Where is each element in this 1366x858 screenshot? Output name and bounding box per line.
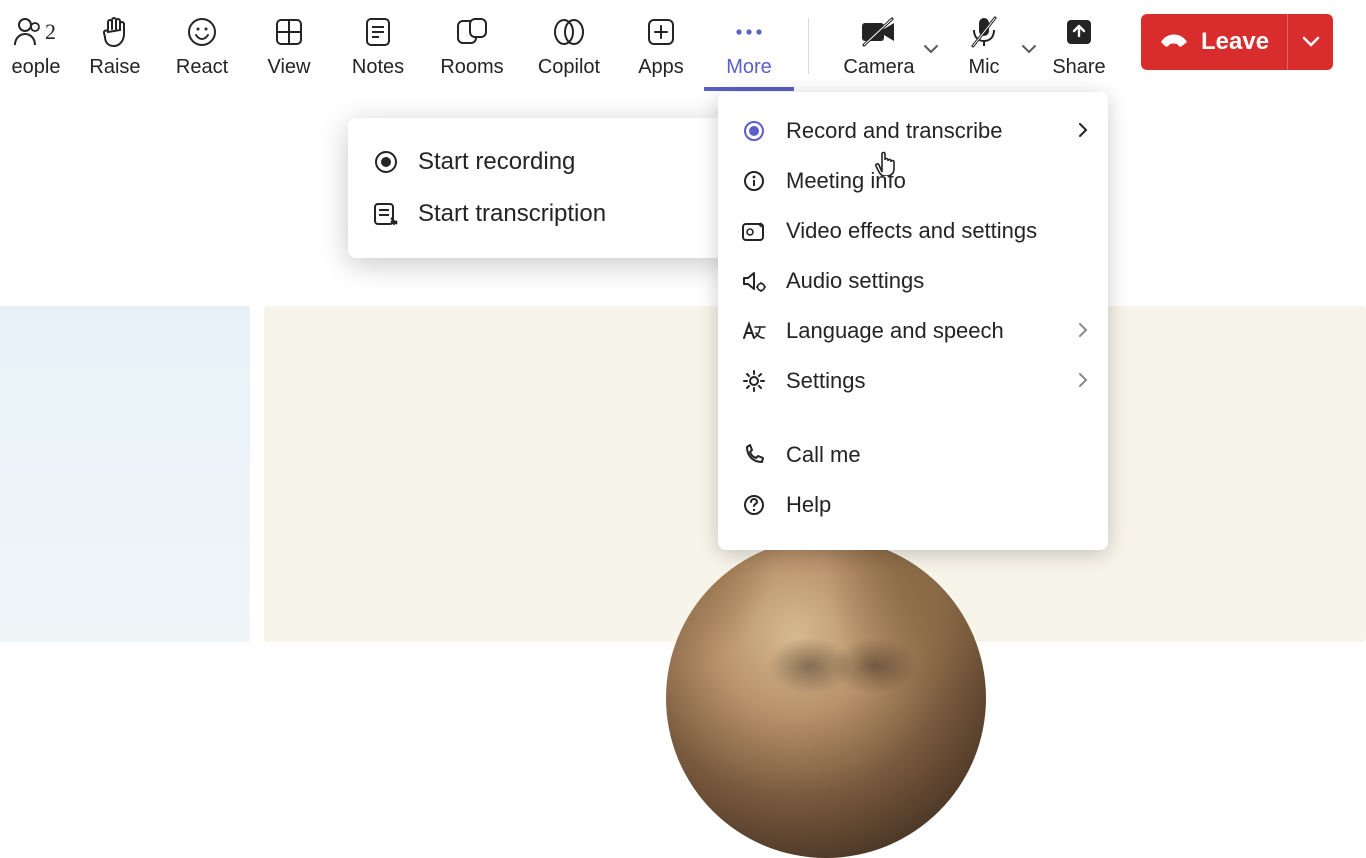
share-button[interactable]: Share: [1033, 10, 1125, 89]
more-icon: [732, 14, 766, 50]
settings-item[interactable]: Settings: [718, 356, 1108, 406]
help-item[interactable]: Help: [718, 480, 1108, 530]
rooms-label: Rooms: [440, 56, 503, 79]
record-indicator-icon: [740, 120, 768, 142]
info-icon: [740, 170, 768, 192]
record-transcribe-item[interactable]: Record and transcribe: [718, 106, 1108, 156]
share-label: Share: [1052, 56, 1105, 79]
audio-settings-item[interactable]: Audio settings: [718, 256, 1108, 306]
view-label: View: [268, 56, 311, 79]
copilot-label: Copilot: [538, 56, 600, 79]
people-icon: 2: [13, 14, 59, 50]
help-icon: [740, 494, 768, 516]
react-label: React: [176, 56, 228, 79]
language-speech-label: Language and speech: [786, 318, 1004, 344]
start-recording-item[interactable]: Start recording: [348, 136, 728, 188]
meeting-toolbar: 2 eople Raise React View Notes: [0, 0, 1366, 92]
phone-icon: [740, 444, 768, 466]
participant-avatar: [666, 538, 986, 858]
people-label: eople: [12, 56, 61, 79]
raise-hand-button[interactable]: Raise: [72, 10, 158, 89]
leave-dropdown-button[interactable]: [1287, 14, 1333, 70]
video-effects-label: Video effects and settings: [786, 218, 1037, 244]
mic-label: Mic: [968, 56, 999, 79]
notes-icon: [364, 14, 392, 50]
copilot-icon: [552, 14, 586, 50]
start-transcription-label: Start transcription: [418, 200, 606, 228]
more-menu: Record and transcribe Meeting info Video…: [718, 92, 1108, 550]
apps-icon: [647, 14, 675, 50]
leave-button[interactable]: Leave: [1141, 14, 1333, 70]
call-me-label: Call me: [786, 442, 861, 468]
settings-label: Settings: [786, 368, 866, 394]
chevron-right-icon: [1078, 118, 1088, 144]
gear-icon: [740, 369, 768, 393]
language-speech-item[interactable]: Language and speech: [718, 306, 1108, 356]
mic-button[interactable]: Mic: [935, 10, 1033, 89]
camera-off-icon: [860, 14, 898, 50]
record-transcribe-submenu: Start recording Start transcription: [348, 118, 728, 258]
rooms-button[interactable]: Rooms: [424, 10, 520, 89]
smile-icon: [187, 14, 217, 50]
transcription-icon: [372, 202, 400, 226]
hand-icon: [100, 14, 130, 50]
camera-label: Camera: [843, 56, 914, 79]
audio-settings-label: Audio settings: [786, 268, 924, 294]
record-transcribe-label: Record and transcribe: [786, 118, 1002, 144]
chevron-right-icon: [1078, 318, 1088, 344]
more-button[interactable]: More: [704, 10, 794, 89]
react-button[interactable]: React: [158, 10, 246, 89]
hangup-icon: [1159, 30, 1189, 55]
video-effects-icon: [740, 220, 768, 242]
more-label: More: [726, 56, 772, 79]
call-me-item[interactable]: Call me: [718, 430, 1108, 480]
chevron-right-icon: [1078, 368, 1088, 394]
apps-label: Apps: [638, 56, 684, 79]
view-button[interactable]: View: [246, 10, 332, 89]
record-icon: [372, 150, 400, 174]
audio-settings-icon: [740, 269, 768, 293]
start-recording-label: Start recording: [418, 148, 575, 176]
copilot-button[interactable]: Copilot: [520, 10, 618, 89]
notes-button[interactable]: Notes: [332, 10, 424, 89]
share-icon: [1065, 14, 1093, 50]
video-effects-item[interactable]: Video effects and settings: [718, 206, 1108, 256]
people-button[interactable]: 2 eople: [0, 10, 72, 89]
camera-button[interactable]: Camera: [823, 10, 935, 89]
help-label: Help: [786, 492, 831, 518]
meeting-info-label: Meeting info: [786, 168, 906, 194]
language-icon: [740, 320, 768, 342]
notes-label: Notes: [352, 56, 404, 79]
grid-icon: [275, 14, 303, 50]
mic-off-icon: [969, 14, 999, 50]
raise-label: Raise: [89, 56, 140, 79]
apps-button[interactable]: Apps: [618, 10, 704, 89]
leave-label: Leave: [1201, 28, 1269, 56]
rooms-icon: [456, 14, 488, 50]
people-count: 2: [45, 19, 56, 44]
start-transcription-item[interactable]: Start transcription: [348, 188, 728, 240]
meeting-info-item[interactable]: Meeting info: [718, 156, 1108, 206]
toolbar-divider: [808, 18, 809, 74]
participant-tile: [0, 306, 250, 642]
